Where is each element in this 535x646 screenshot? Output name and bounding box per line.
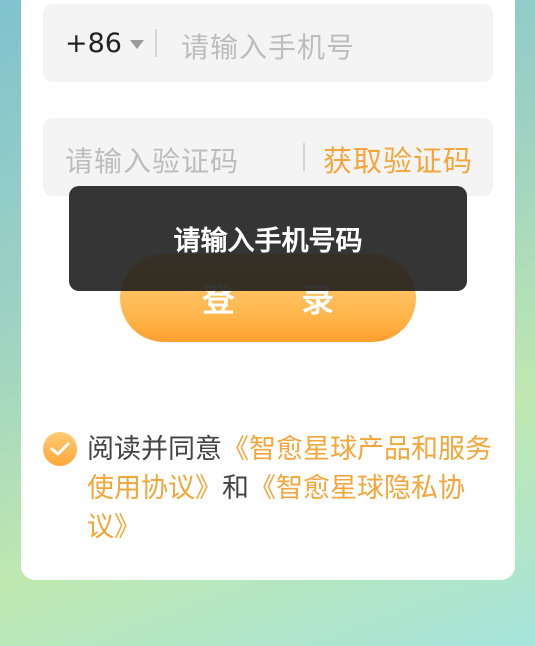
toast-text: 请输入手机号码 bbox=[173, 226, 363, 257]
phone-field[interactable]: +86 请输入手机号 bbox=[43, 4, 493, 82]
get-code-button[interactable]: 获取验证码 bbox=[323, 138, 473, 180]
toast-message: 请输入手机号码 bbox=[69, 186, 467, 291]
check-icon bbox=[50, 442, 70, 456]
phone-input[interactable]: 请输入手机号 bbox=[181, 26, 355, 66]
divider bbox=[155, 29, 157, 57]
country-code-select[interactable]: +86 bbox=[65, 28, 144, 59]
verification-code-input[interactable]: 请输入验证码 bbox=[65, 140, 239, 180]
chevron-down-icon bbox=[129, 40, 144, 49]
agreement-prefix: 阅读并同意 bbox=[87, 434, 222, 465]
country-code-label: +86 bbox=[65, 28, 122, 59]
agree-checkbox[interactable] bbox=[43, 432, 77, 466]
verification-code-field[interactable]: 请输入验证码 获取验证码 bbox=[43, 118, 493, 196]
agreement-and: 和 bbox=[222, 473, 249, 504]
agreement-text: 阅读并同意《智愈星球产品和服务使用协议》和《智愈星球隐私协议》 bbox=[87, 430, 492, 547]
divider bbox=[303, 143, 305, 171]
